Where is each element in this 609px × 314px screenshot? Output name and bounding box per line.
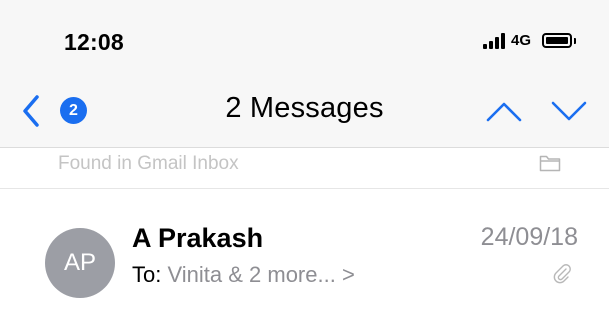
message-list-item[interactable]: AP A Prakash To: Vinita & 2 more... > 24… [0,190,609,314]
signal-icon [483,33,507,49]
paperclip-icon [553,264,571,284]
chevron-down-icon [551,101,587,121]
recipients-text: Vinita & 2 more... > [167,262,355,287]
previous-message-button[interactable] [484,94,524,128]
status-bar: 12:08 4G [0,0,609,82]
navigation-bar: 2 2 Messages [0,82,609,138]
found-in-label: Found in Gmail Inbox [58,153,239,174]
battery-tip [574,38,576,44]
message-date: 24/09/18 [480,223,578,251]
battery-icon [542,33,572,48]
next-message-button[interactable] [549,94,589,128]
to-label: To: [132,262,162,287]
sender-name: A Prakash [132,223,264,253]
avatar: AP [45,228,115,298]
recipients-line[interactable]: To: Vinita & 2 more... > [132,262,355,288]
folder-icon[interactable] [539,154,561,172]
status-time: 12:08 [64,29,124,55]
chevron-up-icon [486,102,522,122]
found-in-row: Found in Gmail Inbox [0,147,609,189]
network-type: 4G [511,32,532,49]
